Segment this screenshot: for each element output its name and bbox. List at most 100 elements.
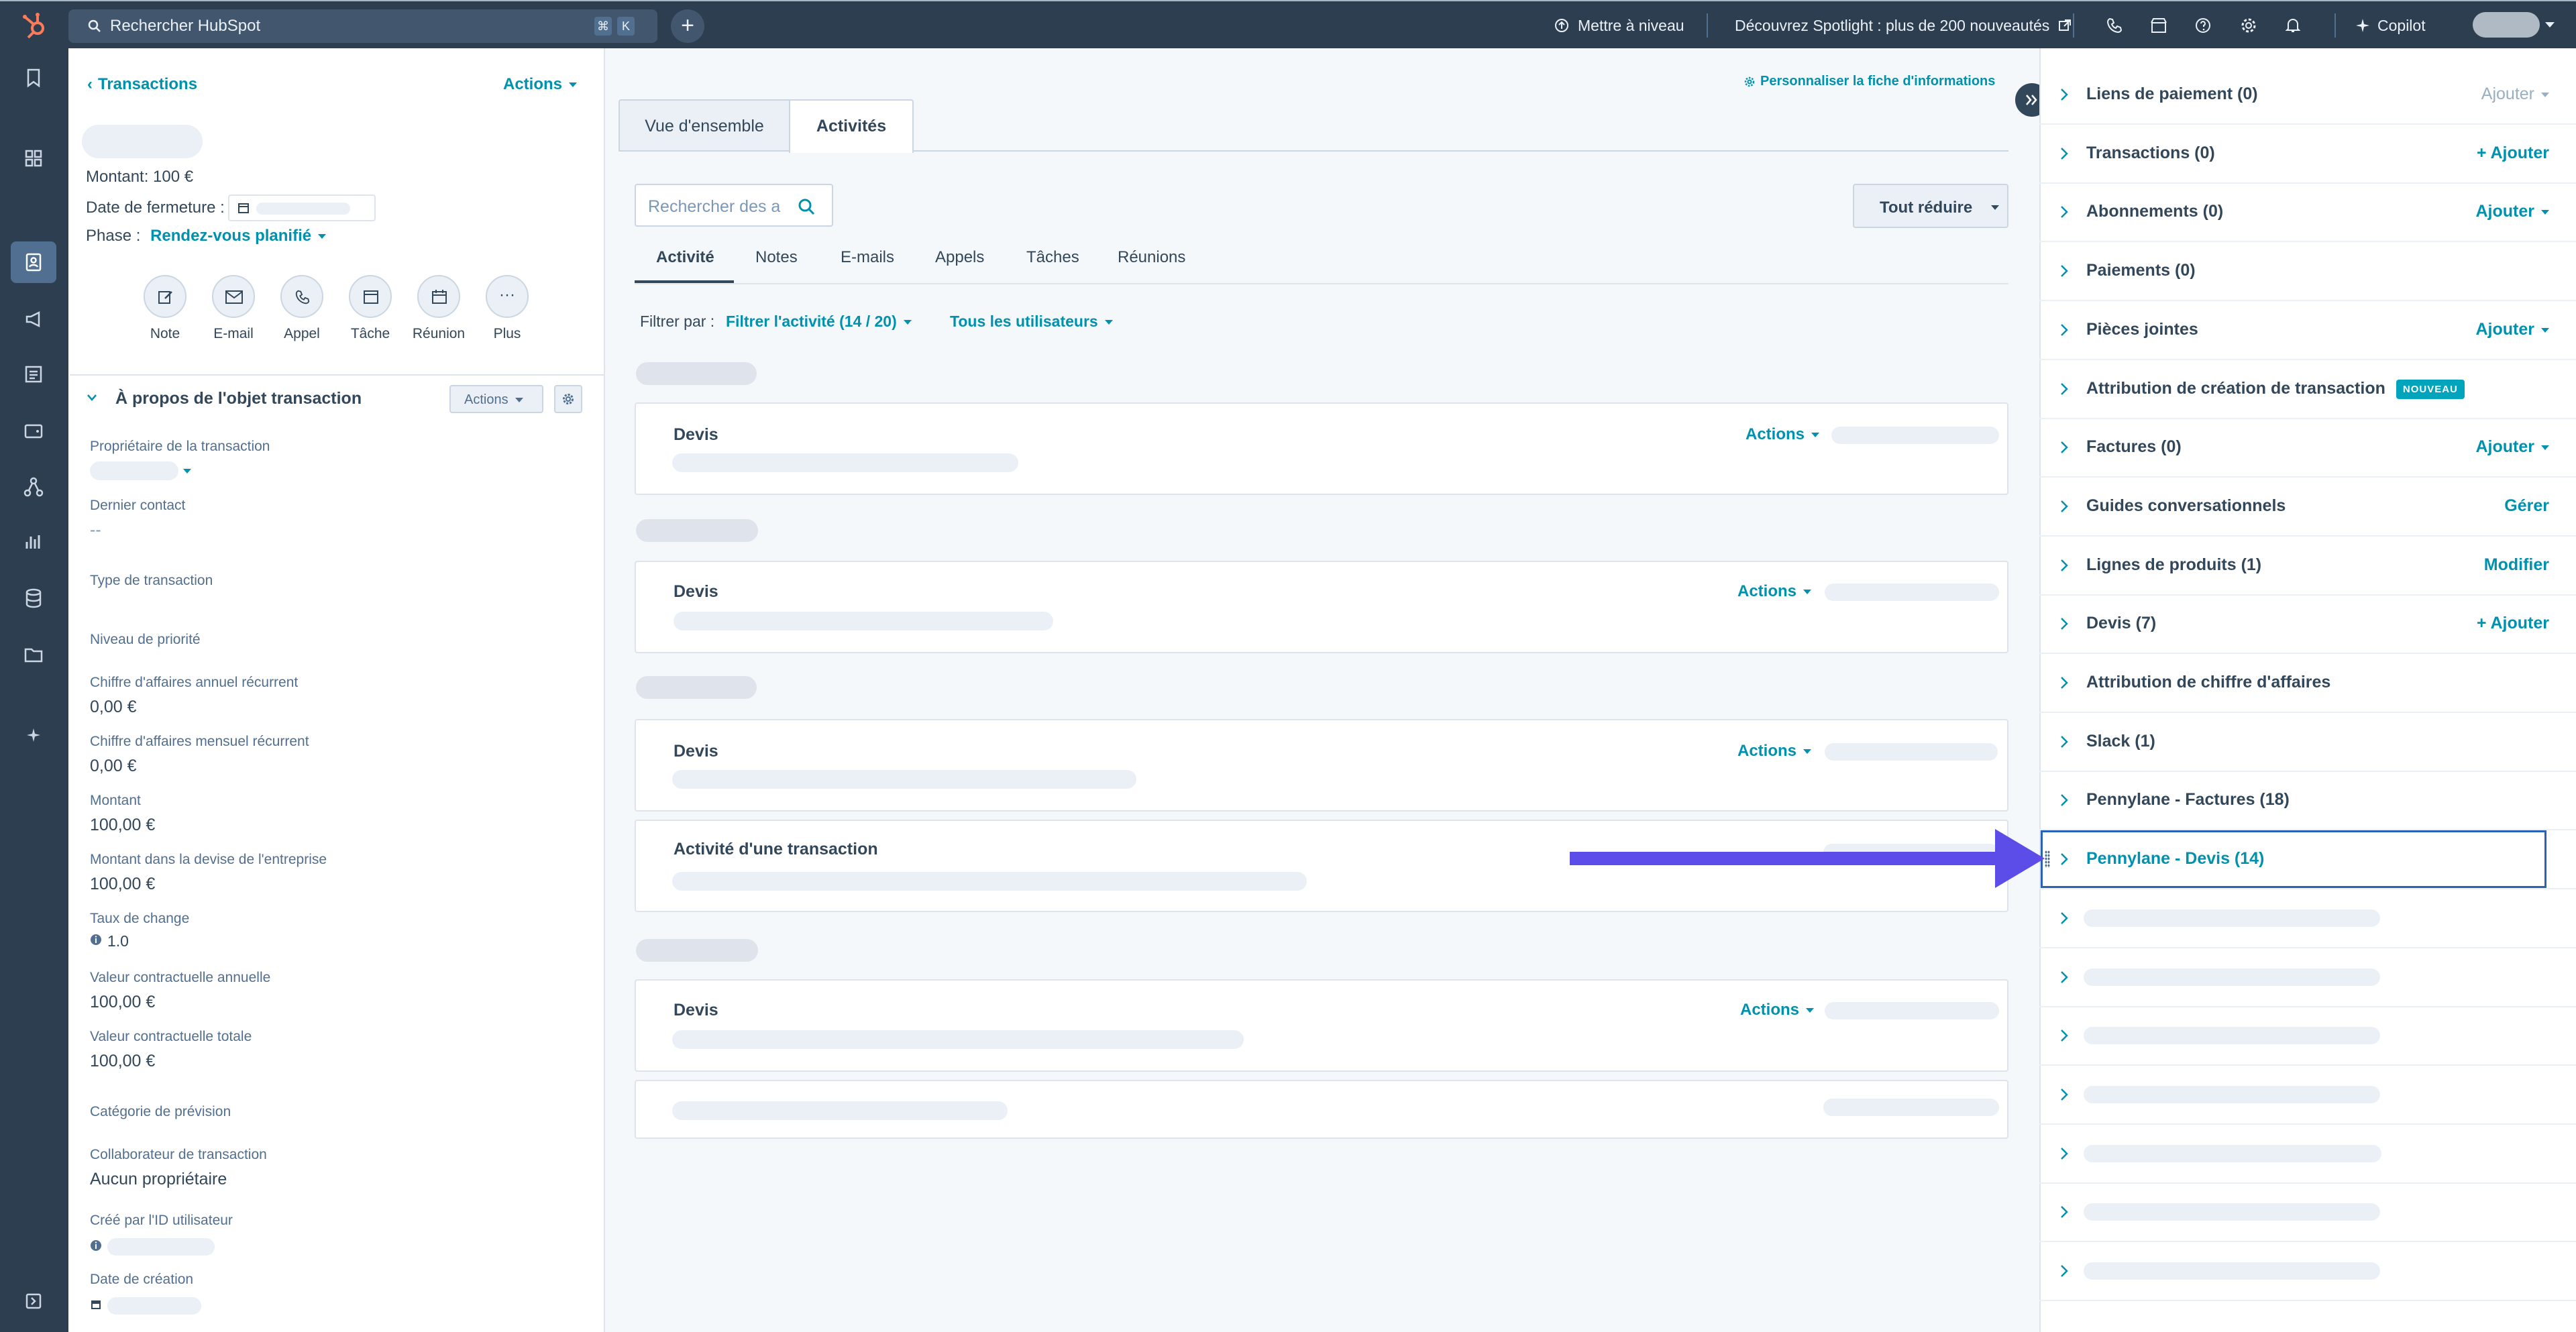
chevron-right-icon[interactable] bbox=[2059, 205, 2069, 219]
prop-value-tcv[interactable]: 100,00 € bbox=[90, 1052, 155, 1071]
sidebar-section[interactable]: Paiements (0) bbox=[2039, 242, 2576, 301]
phone-icon[interactable] bbox=[2105, 16, 2124, 35]
activity-card-actions[interactable]: Actions bbox=[1740, 1001, 1815, 1019]
sidebar-section[interactable]: Abonnements (0) Ajouter bbox=[2039, 183, 2576, 242]
chevron-right-icon[interactable] bbox=[2059, 323, 2069, 337]
activity-card-actions[interactable]: Actions bbox=[1737, 742, 1812, 761]
sidebar-section[interactable]: Factures (0) Ajouter bbox=[2039, 419, 2576, 478]
subtab-activity[interactable]: Activité bbox=[656, 248, 714, 267]
chevron-right-icon[interactable] bbox=[2059, 675, 2069, 690]
note-button[interactable] bbox=[144, 275, 186, 318]
sidebar-section[interactable]: Devis (7) + Ajouter bbox=[2039, 595, 2576, 654]
info-icon[interactable] bbox=[90, 934, 102, 946]
commerce-wallet-icon[interactable] bbox=[21, 419, 46, 443]
phase-dropdown[interactable]: Rendez-vous planifié bbox=[150, 227, 327, 245]
breeze-sparkle-icon[interactable] bbox=[21, 723, 46, 747]
about-actions-button[interactable]: Actions bbox=[449, 385, 543, 413]
sidebar-section[interactable]: Lignes de produits (1) Modifier bbox=[2039, 537, 2576, 596]
chevron-right-icon[interactable] bbox=[2059, 793, 2069, 808]
sidebar-section-title[interactable]: Guides conversationnels bbox=[2086, 496, 2286, 516]
sidebar-section-title[interactable]: Abonnements (0) bbox=[2086, 202, 2223, 221]
activity-card-actions[interactable]: Actions bbox=[1737, 582, 1812, 601]
activity-card-quote[interactable]: Devis Actions bbox=[635, 561, 2008, 653]
meeting-button[interactable] bbox=[417, 275, 460, 318]
tab-activities[interactable]: Activités bbox=[789, 99, 914, 153]
chevron-right-icon[interactable] bbox=[2059, 440, 2069, 455]
subtab-tasks[interactable]: Tâches bbox=[1026, 248, 1079, 267]
sidebar-section-action[interactable]: Ajouter bbox=[2476, 202, 2549, 221]
sidebar-section-title[interactable]: Lignes de produits (1) bbox=[2086, 555, 2261, 575]
sidebar-section[interactable]: Attribution de chiffre d'affaires bbox=[2039, 654, 2576, 713]
chevron-right-icon[interactable] bbox=[2059, 1087, 2069, 1102]
marketplace-icon[interactable] bbox=[2149, 16, 2168, 35]
chevron-right-icon[interactable] bbox=[2059, 382, 2069, 396]
filter-users-dropdown[interactable]: Tous les utilisateurs bbox=[950, 313, 1113, 331]
info-icon[interactable] bbox=[90, 1239, 102, 1252]
sidebar-section[interactable]: Guides conversationnels Gérer bbox=[2039, 478, 2576, 537]
sidebar-section[interactable]: Slack (1) bbox=[2039, 713, 2576, 772]
sidebar-section-action[interactable]: Ajouter bbox=[2476, 437, 2549, 457]
sidebar-section-action[interactable]: + Ajouter bbox=[2477, 614, 2549, 633]
settings-gear-icon[interactable] bbox=[2239, 16, 2258, 35]
sidebar-section-title[interactable]: Factures (0) bbox=[2086, 437, 2182, 457]
chevron-right-icon[interactable] bbox=[2059, 734, 2069, 749]
prop-value-arr[interactable]: 0,00 € bbox=[90, 698, 137, 717]
chevron-right-icon[interactable] bbox=[2059, 616, 2069, 631]
back-to-transactions-link[interactable]: ‹ Transactions bbox=[87, 75, 197, 94]
sidebar-section[interactable]: Attribution de création de transaction NO… bbox=[2039, 360, 2576, 419]
crm-contacts-icon[interactable] bbox=[21, 250, 46, 274]
close-date-input[interactable] bbox=[228, 195, 376, 221]
chevron-right-icon[interactable] bbox=[2059, 499, 2069, 514]
expand-nav-icon[interactable] bbox=[21, 1289, 46, 1313]
sidebar-section-title[interactable]: Paiements (0) bbox=[2086, 261, 2196, 280]
activity-search-input[interactable]: Rechercher des a bbox=[635, 184, 833, 227]
dashboard-grid-icon[interactable] bbox=[21, 146, 46, 170]
prop-value-amount[interactable]: 100,00 € bbox=[90, 816, 155, 835]
data-database-icon[interactable] bbox=[21, 586, 46, 610]
owner-placeholder[interactable] bbox=[90, 461, 178, 480]
more-button[interactable]: ··· bbox=[486, 275, 529, 318]
help-icon[interactable] bbox=[2194, 16, 2212, 35]
sidebar-section[interactable]: Pennylane - Factures (18) bbox=[2039, 771, 2576, 830]
activity-card-quote[interactable]: Devis Actions bbox=[635, 979, 2008, 1072]
record-actions-button[interactable]: Actions bbox=[503, 75, 578, 94]
prop-value-collaborator[interactable]: Aucun propriétaire bbox=[90, 1170, 227, 1189]
prop-value-last-contact[interactable]: -- bbox=[90, 520, 101, 540]
notifications-bell-icon[interactable] bbox=[2284, 16, 2302, 35]
automation-workflow-icon[interactable] bbox=[21, 475, 46, 499]
upgrade-link[interactable]: Mettre à niveau bbox=[1554, 1, 1684, 50]
sidebar-section-title[interactable]: Pennylane - Factures (18) bbox=[2086, 790, 2290, 810]
activity-card-actions[interactable]: Actions bbox=[1746, 425, 1820, 444]
sidebar-section-title[interactable]: Transactions (0) bbox=[2086, 144, 2215, 163]
chevron-right-icon[interactable] bbox=[2059, 970, 2069, 985]
email-button[interactable] bbox=[212, 275, 255, 318]
reports-chart-icon[interactable] bbox=[21, 530, 46, 554]
copilot-button[interactable]: Copilot bbox=[2355, 1, 2426, 50]
chevron-right-icon[interactable] bbox=[2059, 911, 2069, 926]
global-search-input[interactable]: Rechercher HubSpot ⌘ K bbox=[68, 9, 657, 43]
sidebar-section-title[interactable]: Pièces jointes bbox=[2086, 320, 2198, 339]
about-settings-button[interactable] bbox=[554, 385, 582, 413]
prop-value-company-currency[interactable]: 100,00 € bbox=[90, 875, 155, 894]
bookmark-icon[interactable] bbox=[21, 66, 46, 90]
sidebar-section[interactable]: Pennylane - Devis (14) bbox=[2039, 830, 2576, 889]
chevron-right-icon[interactable] bbox=[2059, 1146, 2069, 1161]
sidebar-section-action[interactable]: Gérer bbox=[2504, 496, 2549, 516]
activity-card-quote[interactable]: Devis Actions bbox=[635, 402, 2008, 495]
chevron-down-icon[interactable] bbox=[182, 468, 192, 475]
sidebar-section-action[interactable]: Ajouter bbox=[2481, 85, 2549, 104]
sidebar-section-action[interactable]: + Ajouter bbox=[2477, 144, 2549, 163]
chevron-right-icon[interactable] bbox=[2059, 87, 2069, 102]
content-icon[interactable] bbox=[21, 362, 46, 386]
sidebar-section-title[interactable]: Attribution de chiffre d'affaires bbox=[2086, 673, 2330, 692]
chevron-right-icon[interactable] bbox=[2059, 1028, 2069, 1043]
sidebar-section-title[interactable]: Slack (1) bbox=[2086, 732, 2155, 751]
marketing-megaphone-icon[interactable] bbox=[21, 307, 46, 331]
spotlight-link[interactable]: Découvrez Spotlight : plus de 200 nouvea… bbox=[1735, 1, 2072, 50]
activity-card-quote[interactable]: Devis Actions bbox=[635, 719, 2008, 812]
subtab-calls[interactable]: Appels bbox=[935, 248, 984, 267]
prop-value-acv[interactable]: 100,00 € bbox=[90, 993, 155, 1012]
chevron-right-icon[interactable] bbox=[2059, 1205, 2069, 1219]
chevron-right-icon[interactable] bbox=[2059, 146, 2069, 161]
prop-value-exchange-rate[interactable]: 1.0 bbox=[107, 932, 129, 950]
